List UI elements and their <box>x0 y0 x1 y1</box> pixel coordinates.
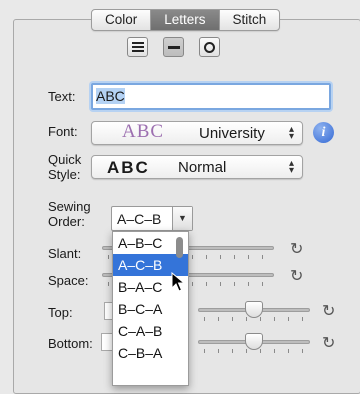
quick-style-popup[interactable]: ABC Normal ▴ ▾ <box>91 155 303 179</box>
text-field[interactable]: ABC <box>91 83 331 110</box>
sewing-order-label-line2: Order: <box>48 214 85 229</box>
reset-icon[interactable]: ↻ <box>290 239 303 259</box>
bottom-label: Bottom: <box>48 336 93 351</box>
lines-view-button[interactable] <box>127 37 148 57</box>
updown-arrows-icon: ▴ ▾ <box>288 124 294 142</box>
font-preview: ABC <box>122 121 165 142</box>
lines-icon <box>131 40 144 54</box>
updown-arrows-icon: ▴ ▾ <box>288 158 294 176</box>
font-label: Font: <box>48 124 78 139</box>
bottom-slider[interactable] <box>198 332 310 353</box>
quick-style-preview: ABC <box>107 158 150 177</box>
font-popup[interactable]: ABC University ▴ ▾ <box>91 121 303 145</box>
reset-icon[interactable]: ↻ <box>290 266 303 286</box>
quick-style-label: Quick Style: <box>48 152 81 182</box>
tab-bar: Color Letters Stitch <box>91 9 281 31</box>
info-icon[interactable]: i <box>313 122 334 143</box>
sewing-order-label-line1: Sewing <box>48 199 91 214</box>
dropdown-arrow-icon[interactable]: ▼ <box>172 207 192 230</box>
bar-icon <box>167 45 180 49</box>
mouse-cursor-icon <box>171 272 185 292</box>
sewing-order-value: A–C–B <box>117 211 162 227</box>
text-label: Text: <box>48 89 76 104</box>
circle-view-button[interactable] <box>199 37 220 57</box>
text-value: ABC <box>96 88 125 104</box>
top-slider[interactable] <box>198 300 310 321</box>
quick-style-label-line1: Quick <box>48 152 82 167</box>
reset-icon[interactable]: ↻ <box>322 301 335 321</box>
sewing-order-label: Sewing Order: <box>48 199 91 229</box>
bottom-slider-knob[interactable] <box>245 333 263 350</box>
space-label: Space: <box>48 273 89 288</box>
quick-style-label-line2: Style: <box>48 167 81 182</box>
scrollbar-thumb[interactable] <box>176 237 183 258</box>
reset-icon[interactable]: ↻ <box>322 333 335 353</box>
sewing-order-option[interactable]: B–C–A <box>113 298 188 320</box>
quick-style-name: Normal <box>178 159 227 176</box>
circle-icon <box>204 41 215 53</box>
sewing-order-option[interactable]: C–A–B <box>113 320 188 342</box>
tab-letters[interactable]: Letters <box>150 10 219 30</box>
sewing-order-combo[interactable]: A–C–B ▼ <box>111 206 193 231</box>
top-slider-knob[interactable] <box>245 301 263 318</box>
top-label: Top: <box>48 305 73 320</box>
bar-view-button[interactable] <box>163 37 184 57</box>
sewing-order-dropdown: A–B–C A–C–B B–A–C B–C–A C–A–B C–B–A <box>112 231 189 386</box>
font-name: University <box>199 125 265 142</box>
tab-stitch[interactable]: Stitch <box>218 10 280 30</box>
tab-color[interactable]: Color <box>92 10 150 30</box>
sewing-order-option[interactable]: C–B–A <box>113 342 188 364</box>
slant-label: Slant: <box>48 246 82 261</box>
